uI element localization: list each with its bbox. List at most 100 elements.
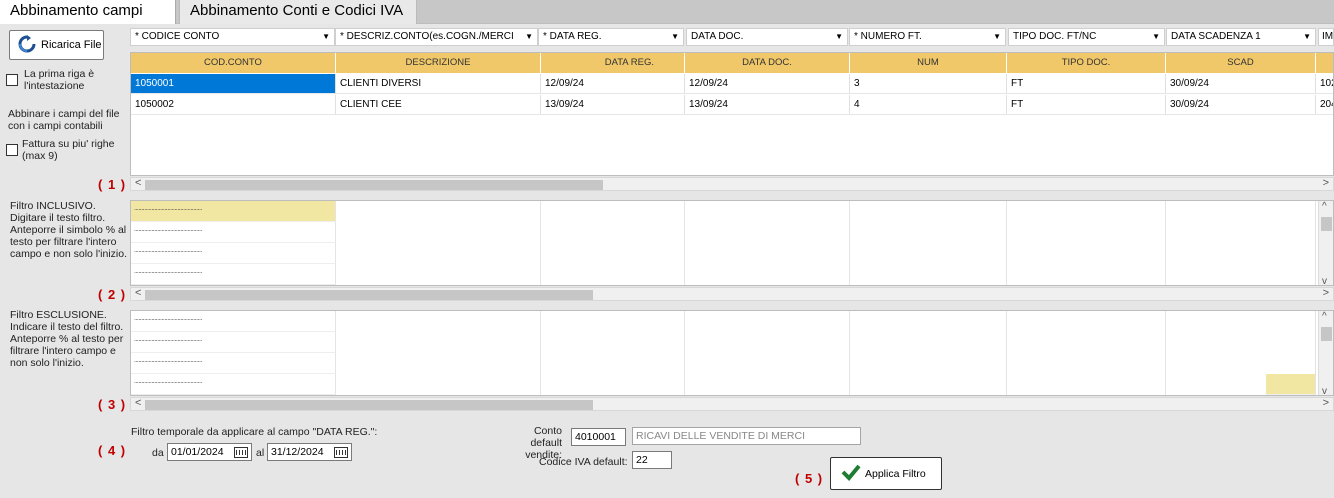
reload-file-button[interactable]: Ricarica File: [9, 30, 104, 60]
scroll-left-icon[interactable]: <: [135, 177, 141, 189]
chevron-down-icon: ▼: [525, 32, 533, 41]
match-info-text: Abbinare i campi del file con i campi co…: [8, 108, 120, 132]
exclude-filter-cell-highlight[interactable]: [1266, 374, 1316, 395]
table-cell[interactable]: FT: [1007, 95, 1166, 115]
column-header[interactable]: SCAD: [1166, 53, 1316, 73]
include-filter-column[interactable]: [541, 201, 685, 285]
from-date-input[interactable]: 01/01/2024: [167, 443, 252, 461]
include-filter-help: Filtro INCLUSIVO. Digitare il testo filt…: [10, 200, 127, 260]
scroll-thumb[interactable]: [145, 290, 593, 300]
exclude-filter-cell[interactable]: ........................................…: [131, 353, 336, 374]
include-filter-column[interactable]: [685, 201, 850, 285]
include-filter-hscrollbar[interactable]: < >: [130, 287, 1334, 301]
scroll-left-icon[interactable]: <: [135, 287, 141, 299]
table-cell[interactable]: 13/09/24: [685, 95, 850, 115]
include-filter-cell[interactable]: ........................................…: [131, 243, 336, 264]
combo-col-6[interactable]: TIPO DOC. FT/NC ▼: [1008, 28, 1165, 46]
scroll-right-icon[interactable]: >: [1323, 287, 1329, 299]
table-cell[interactable]: FT: [1007, 74, 1166, 94]
first-row-header-label: La prima riga è l'intestazione: [24, 68, 95, 92]
include-filter-column[interactable]: [1166, 201, 1316, 285]
chevron-down-icon: ▼: [993, 32, 1001, 41]
default-vat-label: Codice IVA default:: [539, 456, 628, 468]
chevron-down-icon: ▼: [1152, 32, 1160, 41]
default-account-desc-field: RICAVI DELLE VENDITE DI MERCI: [632, 427, 861, 445]
include-filter-column[interactable]: [1007, 201, 1166, 285]
table-cell[interactable]: 12/09/24: [541, 74, 685, 94]
table-cell[interactable]: 30/09/24: [1166, 74, 1316, 94]
table-cell[interactable]: 4: [850, 95, 1007, 115]
multi-row-invoice-checkbox[interactable]: [6, 144, 18, 156]
reload-file-label: Ricarica File: [41, 39, 102, 51]
multi-row-invoice-label: Fattura su piu' righe (max 9): [22, 138, 115, 162]
column-header[interactable]: NUM: [850, 53, 1007, 73]
include-filter-column[interactable]: [850, 201, 1007, 285]
calendar-icon[interactable]: [234, 447, 248, 458]
table-cell[interactable]: 1050002: [131, 95, 336, 115]
scroll-down-icon[interactable]: v: [1322, 276, 1327, 285]
exclude-filter-column[interactable]: [541, 311, 685, 395]
chevron-down-icon: ▼: [1303, 32, 1311, 41]
table-cell[interactable]: 1050001: [131, 74, 336, 94]
column-header[interactable]: TIPO DOC.: [1007, 53, 1166, 73]
tab-abbinamento-conti-iva[interactable]: Abbinamento Conti e Codici IVA: [179, 0, 417, 24]
table-cell[interactable]: 13/09/24: [541, 95, 685, 115]
apply-filter-button[interactable]: Applica Filtro: [830, 457, 942, 490]
include-filter-cell[interactable]: ........................................…: [131, 264, 336, 285]
combo-col-4[interactable]: DATA DOC. ▼: [686, 28, 848, 46]
scroll-thumb[interactable]: [145, 180, 603, 190]
scroll-thumb[interactable]: [1321, 327, 1332, 341]
combo-col-1[interactable]: * CODICE CONTO ▼: [130, 28, 335, 46]
combo-col-5[interactable]: * NUMERO FT. ▼: [849, 28, 1006, 46]
table-cell[interactable]: CLIENTI CEE: [336, 95, 541, 115]
exclude-filter-column[interactable]: [685, 311, 850, 395]
scroll-down-icon[interactable]: v: [1322, 386, 1327, 395]
column-header[interactable]: DATA REG.: [541, 53, 685, 73]
scroll-right-icon[interactable]: >: [1323, 177, 1329, 189]
table-cell[interactable]: 3: [850, 74, 1007, 94]
scroll-thumb[interactable]: [1321, 217, 1332, 231]
exclude-filter-column[interactable]: [1007, 311, 1166, 395]
data-grid-hscrollbar[interactable]: < >: [130, 177, 1334, 191]
column-header[interactable]: DATA DOC.: [685, 53, 850, 73]
include-filter-cell[interactable]: ........................................…: [131, 222, 336, 243]
exclude-filter-column[interactable]: [850, 311, 1007, 395]
table-cell[interactable]: CLIENTI DIVERSI: [336, 74, 541, 94]
combo-col-8[interactable]: IMP: [1318, 28, 1334, 46]
checkmark-icon: [841, 463, 861, 484]
table-cell[interactable]: 102: [1316, 74, 1333, 94]
tab-label: Abbinamento campi: [10, 2, 143, 19]
include-filter-cell[interactable]: ........................................…: [131, 201, 336, 222]
column-header[interactable]: [1316, 53, 1333, 73]
exclude-filter-column[interactable]: [336, 311, 541, 395]
exclude-filter-hscrollbar[interactable]: < >: [130, 397, 1334, 411]
combo-col-7[interactable]: DATA SCADENZA 1 ▼: [1166, 28, 1316, 46]
calendar-icon[interactable]: [334, 447, 348, 458]
exclude-filter-cell[interactable]: ........................................…: [131, 332, 336, 353]
table-cell[interactable]: 204: [1316, 95, 1333, 115]
scroll-right-icon[interactable]: >: [1323, 397, 1329, 409]
default-account-code-input[interactable]: 4010001: [571, 428, 626, 446]
exclude-filter-cell[interactable]: ........................................…: [131, 374, 336, 395]
column-header[interactable]: COD.CONTO: [131, 53, 336, 73]
to-date-input[interactable]: 31/12/2024: [267, 443, 352, 461]
combo-col-3[interactable]: * DATA REG. ▼: [538, 28, 684, 46]
first-row-header-checkbox[interactable]: [6, 74, 18, 86]
default-vat-input[interactable]: 22: [632, 451, 672, 469]
table-cell[interactable]: 30/09/24: [1166, 95, 1316, 115]
include-filter-column[interactable]: [336, 201, 541, 285]
include-filter-vscrollbar[interactable]: ^ v: [1318, 201, 1333, 285]
chevron-down-icon: ▼: [322, 32, 330, 41]
tab-abbinamento-campi[interactable]: Abbinamento campi: [0, 0, 176, 24]
scroll-thumb[interactable]: [145, 400, 593, 410]
exclude-filter-cell[interactable]: ........................................…: [131, 311, 336, 332]
combo-col-2[interactable]: * DESCRIZ.CONTO(es.COGN./MERCI ▼: [335, 28, 538, 46]
exclude-filter-vscrollbar[interactable]: ^ v: [1318, 311, 1333, 395]
scroll-up-icon[interactable]: ^: [1322, 201, 1327, 212]
time-filter-label: Filtro temporale da applicare al campo "…: [131, 426, 378, 438]
column-header[interactable]: DESCRIZIONE: [336, 53, 541, 73]
tab-label: Abbinamento Conti e Codici IVA: [190, 2, 404, 19]
scroll-up-icon[interactable]: ^: [1322, 311, 1327, 322]
table-cell[interactable]: 12/09/24: [685, 74, 850, 94]
scroll-left-icon[interactable]: <: [135, 397, 141, 409]
